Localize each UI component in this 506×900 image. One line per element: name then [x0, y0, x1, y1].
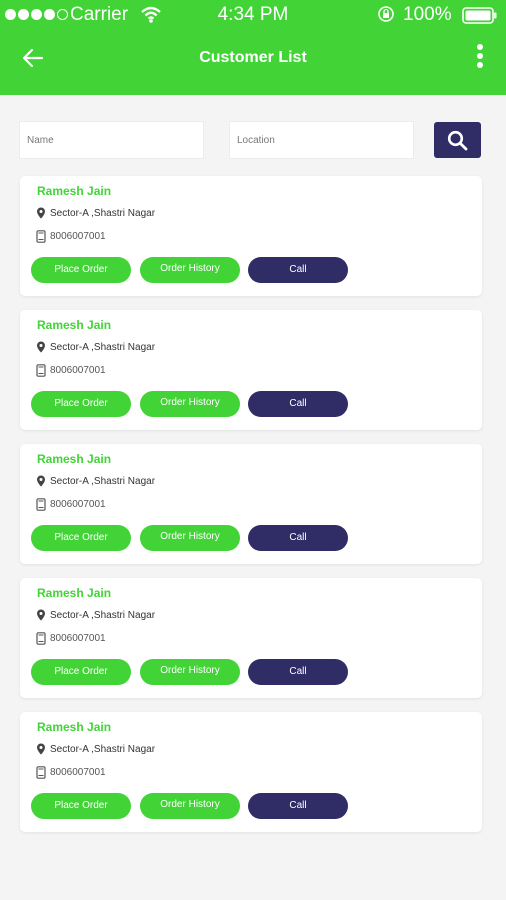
phone-icon [36, 364, 46, 377]
search-bar: Name Location [0, 121, 506, 159]
customer-name: Ramesh Jain [37, 452, 112, 466]
status-bar: Carrier 4:34 PM 100% [0, 0, 506, 30]
customer-address: Sector-A ,Shastri Nagar [50, 475, 156, 487]
place-order-button[interactable]: Place Order [31, 391, 131, 417]
order-history-button[interactable]: Order History [140, 257, 240, 283]
address-row: Sector-A ,Shastri Nagar [36, 207, 155, 219]
place-order-button[interactable]: Place Order [31, 659, 131, 685]
customer-card: Ramesh Jain Sector-A ,Shastri Nagar 8006… [20, 578, 482, 698]
map-pin-icon [37, 475, 45, 487]
customer-card: Ramesh Jain Sector-A ,Shastri Nagar 8006… [20, 444, 482, 564]
map-pin-icon [37, 743, 45, 755]
battery-icon [462, 7, 497, 24]
order-history-button[interactable]: Order History [140, 793, 240, 819]
search-button[interactable] [434, 122, 481, 158]
customer-phone: 8006007001 [50, 767, 106, 778]
call-button[interactable]: Call [248, 257, 348, 283]
customer-name: Ramesh Jain [37, 184, 112, 198]
customer-address: Sector-A ,Shastri Nagar [50, 207, 156, 219]
name-input[interactable]: Name [19, 121, 204, 159]
place-order-button[interactable]: Place Order [31, 793, 131, 819]
call-button[interactable]: Call [248, 659, 348, 685]
map-pin-icon [37, 341, 45, 353]
customer-address: Sector-A ,Shastri Nagar [50, 609, 156, 621]
phone-row: 8006007001 [36, 230, 106, 243]
phone-icon [36, 498, 46, 511]
location-input[interactable]: Location [229, 121, 414, 159]
battery-percent: 100% [403, 4, 452, 25]
customer-card: Ramesh Jain Sector-A ,Shastri Nagar 8006… [20, 712, 482, 832]
call-button[interactable]: Call [248, 793, 348, 819]
phone-row: 8006007001 [36, 364, 106, 377]
customer-address: Sector-A ,Shastri Nagar [50, 743, 156, 755]
phone-row: 8006007001 [36, 632, 106, 645]
customer-name: Ramesh Jain [37, 586, 112, 600]
order-history-button[interactable]: Order History [140, 391, 240, 417]
place-order-button[interactable]: Place Order [31, 525, 131, 551]
address-row: Sector-A ,Shastri Nagar [36, 341, 155, 353]
customer-phone: 8006007001 [50, 231, 106, 242]
customer-phone: 8006007001 [50, 365, 106, 376]
map-pin-icon [37, 207, 45, 219]
phone-icon [36, 230, 46, 243]
customer-card: Ramesh Jain Sector-A ,Shastri Nagar 8006… [20, 176, 482, 296]
phone-icon [36, 632, 46, 645]
phone-row: 8006007001 [36, 766, 106, 779]
customer-phone: 8006007001 [50, 633, 106, 644]
customer-name: Ramesh Jain [37, 720, 112, 734]
phone-row: 8006007001 [36, 498, 106, 511]
call-button[interactable]: Call [248, 391, 348, 417]
address-row: Sector-A ,Shastri Nagar [36, 743, 155, 755]
order-history-button[interactable]: Order History [140, 525, 240, 551]
customer-card: Ramesh Jain Sector-A ,Shastri Nagar 8006… [20, 310, 482, 430]
customer-name: Ramesh Jain [37, 318, 112, 332]
page-title: Customer List [199, 49, 307, 66]
app-header: Carrier 4:34 PM 100% Customer List [0, 0, 506, 95]
search-icon [447, 130, 468, 151]
phone-icon [36, 766, 46, 779]
place-order-button[interactable]: Place Order [31, 257, 131, 283]
customer-address: Sector-A ,Shastri Nagar [50, 341, 156, 353]
rotation-lock-icon [378, 6, 394, 22]
call-button[interactable]: Call [248, 525, 348, 551]
map-pin-icon [37, 609, 45, 621]
address-row: Sector-A ,Shastri Nagar [36, 475, 155, 487]
customer-phone: 8006007001 [50, 499, 106, 510]
order-history-button[interactable]: Order History [140, 659, 240, 685]
more-vertical-icon[interactable] [474, 44, 486, 72]
address-row: Sector-A ,Shastri Nagar [36, 609, 155, 621]
